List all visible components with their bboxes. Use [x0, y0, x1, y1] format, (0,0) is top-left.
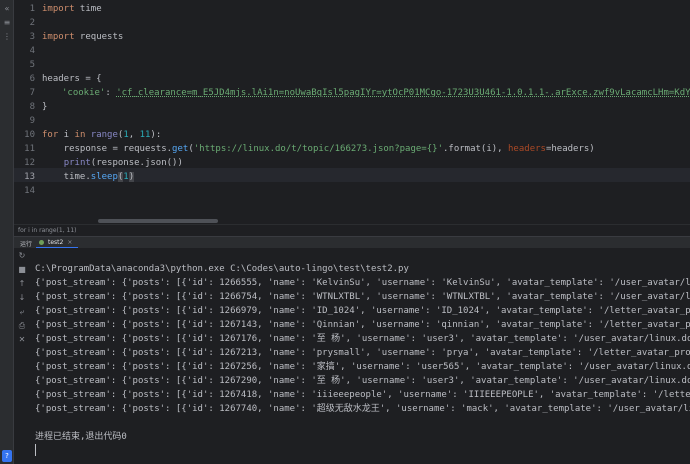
string-literal: 'cookie': [62, 88, 106, 98]
horizontal-scrollbar[interactable]: [98, 219, 218, 223]
console-line: {'post_stream': {'posts': [{'id': 126655…: [35, 278, 690, 288]
console-line: {'post_stream': {'posts': [{'id': 126729…: [35, 376, 690, 386]
code-area[interactable]: import time import requests headers = { …: [42, 0, 690, 224]
code-text: ):: [150, 130, 162, 140]
line-number: 12: [24, 158, 35, 168]
collapse-icon[interactable]: «: [2, 4, 12, 14]
line-number: 10: [24, 130, 35, 140]
input-cursor: [35, 444, 36, 456]
code-line-6: headers = {: [42, 72, 102, 86]
scroll-up-icon[interactable]: ↑: [16, 278, 28, 290]
keyword: for: [42, 130, 59, 140]
code-text: ): [128, 172, 135, 182]
rerun-icon[interactable]: ↻: [16, 250, 28, 262]
filter-icon[interactable]: ≡: [2, 18, 12, 28]
left-tool-strip: « ≡ ⋮ ?: [0, 0, 14, 464]
code-text: time.: [42, 172, 91, 182]
code-text: :: [105, 88, 117, 98]
run-toolbar: ↻ ■ ↑ ↓ ⤶ ⎙ ✕: [14, 248, 32, 464]
code-text: i: [58, 130, 75, 140]
run-panel-title: 运行: [20, 241, 33, 248]
line-number: 11: [24, 144, 35, 154]
builtin-function: range: [90, 130, 118, 140]
console-line: {'post_stream': {'posts': [{'id': 126714…: [35, 320, 690, 330]
line-number: 2: [29, 18, 35, 28]
builtin-function: print: [63, 158, 91, 168]
line-number: 5: [29, 60, 35, 70]
close-icon[interactable]: ×: [67, 239, 72, 246]
keyword-argument: headers: [508, 144, 546, 154]
code-line-3: import requests: [42, 30, 123, 44]
console-output[interactable]: C:\ProgramData\anaconda3\python.exe C:\C…: [32, 248, 690, 464]
console-line: {'post_stream': {'posts': [{'id': 126721…: [35, 348, 690, 358]
print-icon[interactable]: ⎙: [16, 320, 28, 332]
code-text: .format(i),: [442, 144, 509, 154]
number-literal: 11: [139, 130, 151, 140]
tab-label: test2: [48, 239, 64, 246]
line-number: 14: [24, 186, 35, 196]
structure-icon[interactable]: ⋮: [2, 32, 12, 42]
code-line-7: 'cookie': 'cf_clearance=m_E5JD4mjs.lAi1n…: [62, 86, 690, 100]
code-text: response = requests.: [42, 144, 173, 154]
console-line: C:\ProgramData\anaconda3\python.exe C:\C…: [35, 264, 409, 274]
line-number: 3: [29, 32, 35, 42]
code-line-12: print(response.json()): [42, 156, 183, 170]
code-text: =headers): [545, 144, 595, 154]
code-line-8: }: [42, 100, 47, 114]
line-number: 9: [29, 116, 35, 126]
help-icon[interactable]: ?: [2, 450, 12, 462]
delete-icon[interactable]: ✕: [16, 334, 28, 346]
function-call: get: [172, 144, 189, 154]
stop-icon[interactable]: ■: [16, 264, 28, 276]
wrap-icon[interactable]: ⤶: [16, 306, 28, 318]
line-number: 1: [29, 4, 35, 14]
code-text: requests: [74, 32, 124, 42]
code-editor[interactable]: 1 2 3 4 5 6 7 8 9 10 11 12 13 14 import …: [14, 0, 690, 224]
console-line: {'post_stream': {'posts': [{'id': 126741…: [35, 390, 690, 400]
code-text: time: [74, 4, 102, 14]
function-call: sleep: [90, 172, 118, 182]
line-number: 4: [29, 46, 35, 56]
code-line-11: response = requests.get('https://linux.d…: [42, 142, 595, 156]
number-literal: 1: [123, 172, 129, 182]
code-line-10: for i in range(1, 11):: [42, 128, 161, 142]
console-line: {'post_stream': {'posts': [{'id': 126774…: [35, 404, 690, 414]
line-number: 7: [29, 88, 35, 98]
keyword: import: [42, 32, 75, 42]
breadcrumb[interactable]: for i in range(1, 11): [14, 224, 690, 236]
line-number-gutter: 1 2 3 4 5 6 7 8 9 10 11 12 13 14: [14, 0, 38, 224]
console-line: {'post_stream': {'posts': [{'id': 126675…: [35, 292, 690, 302]
string-literal: 'cf_clearance=m_E5JD4mjs.lAi1n=noUwaBqIs…: [116, 88, 690, 98]
string-literal: 'https://linux.do/t/topic/166273.json?pa…: [193, 144, 443, 154]
code-text: ,: [128, 130, 140, 140]
python-run-icon: [39, 240, 44, 245]
keyword: in: [74, 130, 86, 140]
line-number: 8: [29, 102, 35, 112]
code-text: headers = {: [42, 74, 102, 84]
scroll-down-icon[interactable]: ↓: [16, 292, 28, 304]
run-panel-header: 运行 test2 ×: [14, 236, 690, 249]
code-text: (response.json()): [90, 158, 183, 168]
code-text: }: [42, 102, 48, 112]
keyword: import: [42, 4, 75, 14]
console-line: {'post_stream': {'posts': [{'id': 126725…: [35, 362, 690, 372]
code-line-1: import time: [42, 2, 102, 16]
console-line: {'post_stream': {'posts': [{'id': 126717…: [35, 334, 690, 344]
code-line-13: time.sleep(1): [42, 170, 135, 184]
exit-message: 进程已结束,退出代码0: [35, 432, 127, 442]
line-number: 6: [29, 74, 35, 84]
console-line: {'post_stream': {'posts': [{'id': 126697…: [35, 306, 690, 316]
line-number-active: 13: [24, 172, 35, 182]
